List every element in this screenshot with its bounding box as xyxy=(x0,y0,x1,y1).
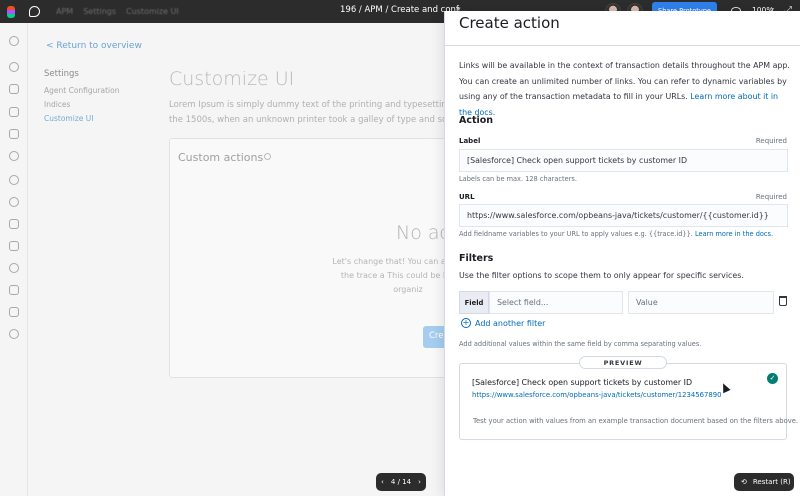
nav-indices[interactable]: Indices xyxy=(44,100,70,109)
filter-help-text: Add additional values within the same fi… xyxy=(459,340,702,348)
previous-frame-button[interactable]: ‹ xyxy=(381,478,384,486)
filter-field-prepend: Field xyxy=(459,291,489,314)
gear-icon[interactable] xyxy=(9,329,19,339)
uptime-icon[interactable] xyxy=(9,263,19,273)
side-nav-rail xyxy=(0,23,28,496)
frame-counter: 4 / 14 xyxy=(390,478,412,486)
maps-icon[interactable] xyxy=(9,151,19,161)
background-page: < Return to overview Settings Agent Conf… xyxy=(28,23,444,496)
filter-value-input[interactable]: Value xyxy=(628,291,774,314)
preview-url[interactable]: https://www.salesforce.com/opbeans-java/… xyxy=(472,391,722,399)
preview-link-card[interactable]: [Salesforce] Check open support tickets … xyxy=(465,372,783,402)
return-to-overview-link[interactable]: < Return to overview xyxy=(46,41,142,51)
devtools-icon[interactable] xyxy=(9,307,19,317)
required-indicator: Required xyxy=(755,137,787,145)
dashboard-icon[interactable] xyxy=(9,107,19,117)
logs-icon[interactable] xyxy=(9,219,19,229)
lorem-line: Lorem Ipsum is simply dummy text of the … xyxy=(169,100,444,110)
divider xyxy=(445,45,800,46)
restart-label: Restart (R) xyxy=(752,478,791,486)
label-help-text: Labels can be max. 128 characters. xyxy=(459,175,577,183)
plus-icon: + xyxy=(461,318,471,328)
panel-title: Custom actions xyxy=(178,151,264,164)
figma-logo-icon[interactable] xyxy=(0,0,22,23)
custom-actions-panel: Custom actions No ac Let's change that! … xyxy=(169,138,444,378)
url-docs-link[interactable]: Learn more in the docs. xyxy=(695,230,773,238)
url-help: Add fieldname variables to your URL to a… xyxy=(459,230,693,238)
prototype-pager: ‹ 4 / 14 › xyxy=(376,473,426,491)
url-field-label: URL xyxy=(459,193,475,201)
page-title: Customize UI xyxy=(169,68,295,90)
label-field-label: Label xyxy=(459,137,481,145)
flyout-description: Links will be available in the context o… xyxy=(459,58,791,120)
settings-heading: Settings xyxy=(44,69,79,79)
info-icon xyxy=(264,153,271,160)
create-action-flyout: Create action Links will be available in… xyxy=(444,11,800,496)
empty-state-title: No ac xyxy=(396,222,444,244)
check-icon: ✓ xyxy=(767,373,778,384)
url-input[interactable]: https://www.salesforce.com/opbeans-java/… xyxy=(459,204,788,227)
action-heading: Action xyxy=(459,115,494,126)
restart-icon: ⟲ xyxy=(741,478,747,486)
figma-breadcrumb: APM Settings Customize UI xyxy=(56,7,179,16)
comment-icon[interactable] xyxy=(22,0,46,23)
filters-heading: Filters xyxy=(459,253,494,264)
page-description: Lorem Ipsum is simply dummy text of the … xyxy=(169,98,444,128)
flyout-title: Create action xyxy=(459,14,560,32)
preview-badge: PREVIEW xyxy=(579,356,667,369)
add-filter-label: Add another filter xyxy=(475,318,546,328)
required-indicator: Required xyxy=(755,193,787,201)
trash-icon[interactable] xyxy=(779,296,787,306)
breadcrumb-item: Customize UI xyxy=(126,7,179,16)
nav-agent-configuration[interactable]: Agent Configuration xyxy=(44,86,119,95)
url-help-text: Add fieldname variables to your URL to a… xyxy=(459,230,773,238)
metrics-icon[interactable] xyxy=(9,197,19,207)
next-frame-button[interactable]: › xyxy=(418,478,421,486)
siem-icon[interactable] xyxy=(9,285,19,295)
add-another-filter-button[interactable]: + Add another filter xyxy=(461,318,545,328)
breadcrumb-item: APM xyxy=(56,7,74,16)
filter-field-select[interactable]: Select field... xyxy=(489,291,623,314)
label-input[interactable]: [Salesforce] Check open support tickets … xyxy=(459,149,788,172)
clock-icon[interactable] xyxy=(9,36,19,46)
empty-state-text: Let's change that! You can a menu by the… xyxy=(332,257,444,294)
restart-button[interactable]: ⟲ Restart (R) xyxy=(734,473,794,491)
visualize-icon[interactable] xyxy=(9,84,19,94)
ml-icon[interactable] xyxy=(9,175,19,185)
compass-icon[interactable] xyxy=(9,62,19,72)
canvas-icon[interactable] xyxy=(9,129,19,139)
lorem-line: the 1500s, when an unknown printer took … xyxy=(169,115,444,125)
preview-label: [Salesforce] Check open support tickets … xyxy=(472,378,693,387)
create-custom-action-button[interactable]: Crea xyxy=(423,326,444,348)
apm-icon[interactable] xyxy=(9,241,19,251)
filters-description: Use the filter options to scope them to … xyxy=(459,271,744,280)
preview-help-text: Test your action with values from an exa… xyxy=(473,417,799,425)
nav-customize-ui[interactable]: Customize UI xyxy=(44,114,93,123)
breadcrumb-item: Settings xyxy=(83,7,117,16)
